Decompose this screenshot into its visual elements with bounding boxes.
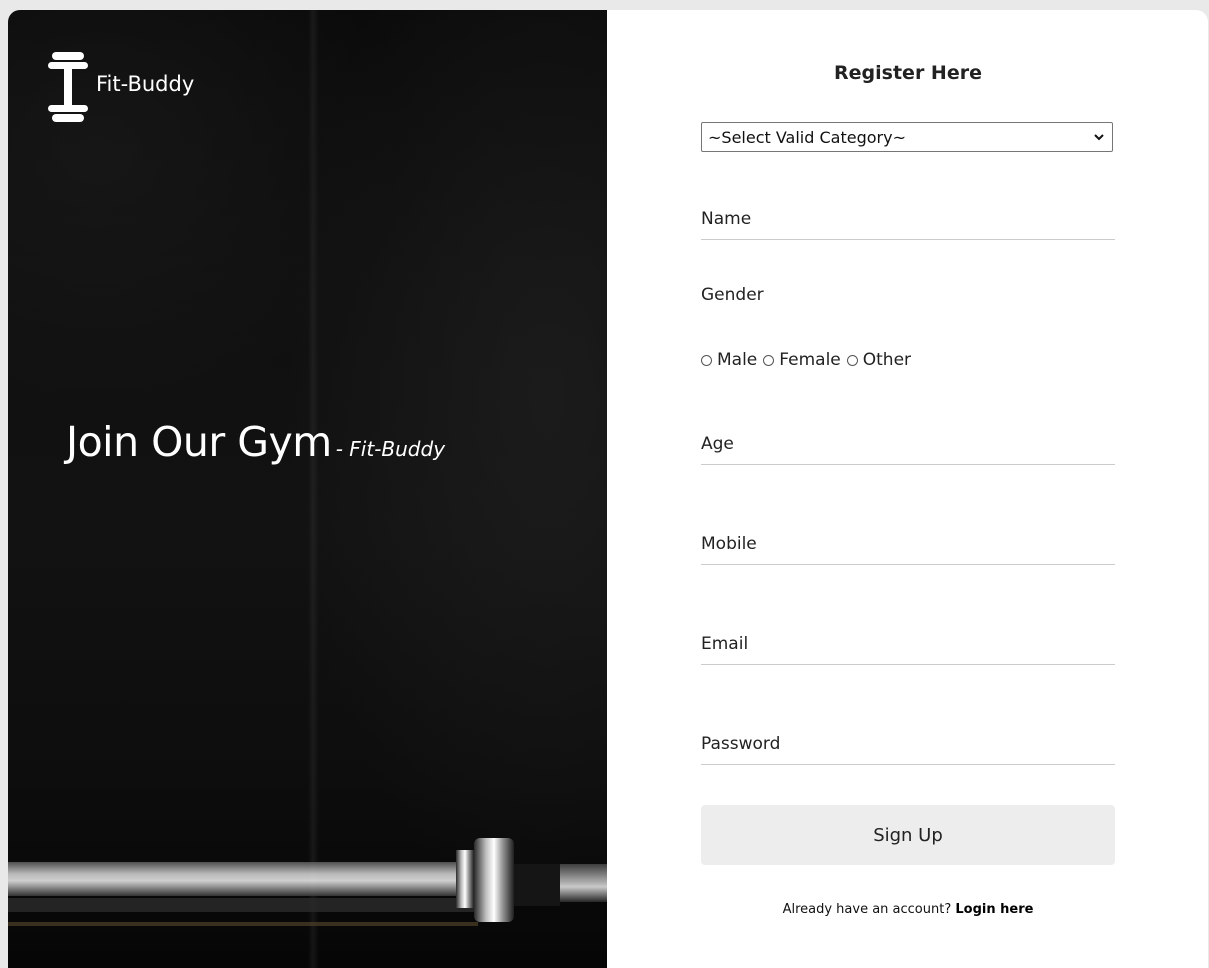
gender-option-other[interactable]: Other	[846, 350, 912, 370]
radio-female[interactable]	[763, 354, 775, 366]
sign-up-button[interactable]: Sign Up	[701, 805, 1115, 865]
email-input[interactable]	[701, 625, 1115, 663]
gender-options: Male Female Other	[701, 350, 917, 370]
gender-option-label: Female	[779, 350, 841, 370]
mobile-field-container	[701, 525, 1115, 565]
gender-option-label: Male	[717, 350, 758, 370]
gender-label: Gender	[701, 285, 764, 305]
hero-panel: Fit-Buddy Join Our Gym - Fit-Buddy	[8, 10, 607, 968]
mobile-input[interactable]	[701, 525, 1115, 563]
category-select-value: ~Select Valid Category~	[708, 128, 906, 147]
password-field-container	[701, 725, 1115, 765]
hero-subtitle: - Fit-Buddy	[335, 437, 446, 461]
hero-background-shading	[8, 10, 607, 968]
age-input[interactable]	[701, 425, 1115, 463]
hero-title: Join Our Gym	[66, 418, 332, 466]
category-select[interactable]: ~Select Valid Category~	[701, 122, 1113, 152]
age-field-container	[701, 425, 1115, 465]
email-field-container	[701, 625, 1115, 665]
form-title: Register Here	[834, 62, 982, 84]
gender-option-male[interactable]: Male	[701, 350, 757, 370]
chevron-down-icon	[1094, 134, 1104, 141]
gender-option-female[interactable]: Female	[763, 350, 841, 370]
name-field-container	[701, 200, 1115, 240]
name-input[interactable]	[701, 200, 1115, 238]
radio-male[interactable]	[701, 354, 712, 366]
password-input[interactable]	[701, 725, 1115, 763]
register-card: Fit-Buddy Join Our Gym - Fit-Buddy Regist…	[8, 10, 1208, 968]
login-prompt: Already have an account? Login here	[701, 902, 1115, 917]
radio-other[interactable]	[846, 354, 858, 366]
login-prompt-text: Already have an account?	[782, 902, 952, 917]
barbell-image	[8, 838, 607, 926]
dumbbell-icon	[48, 52, 88, 122]
login-link[interactable]: Login here	[955, 902, 1033, 917]
brand-logo[interactable]: Fit-Buddy	[48, 48, 194, 126]
brand-name: Fit-Buddy	[96, 72, 195, 96]
gender-option-label: Other	[862, 350, 912, 370]
hero-heading: Join Our Gym - Fit-Buddy	[66, 418, 445, 466]
